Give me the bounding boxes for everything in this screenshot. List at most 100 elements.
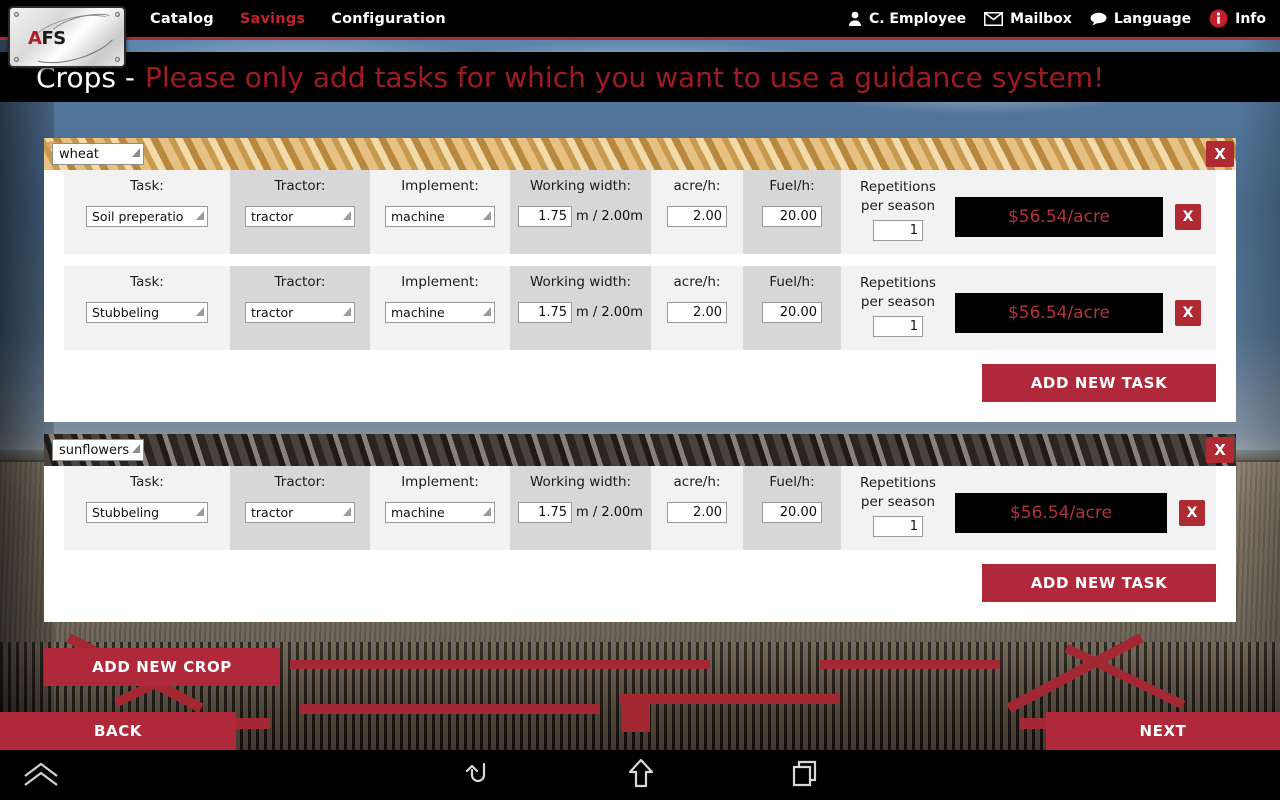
cell-fuel-per-hour: Fuel/h: [743, 466, 841, 550]
nav-item-info[interactable]: Info [1209, 9, 1266, 28]
price-value: $56.54/acre [1009, 503, 1113, 523]
crop-select-sunflowers[interactable]: sunflowers [52, 439, 144, 461]
task-row: Task: Soil preperatio Tractor: tractor I… [64, 170, 1216, 254]
crop-panel-wheat: wheat X Task: Soil preperatio Tractor: t… [44, 138, 1236, 422]
label-implement: Implement: [401, 274, 479, 290]
implement-select-value: machine [391, 209, 445, 224]
tractor-select[interactable]: tractor [245, 502, 355, 523]
implement-select-value: machine [391, 505, 445, 520]
task-select[interactable]: Stubbeling [86, 502, 208, 523]
nav-item-user[interactable]: C. Employee [848, 11, 966, 27]
implement-select[interactable]: machine [385, 206, 495, 227]
label-working-width: Working width: [529, 474, 632, 490]
working-width-group: m / 2.00m [518, 302, 643, 323]
afs-logo[interactable]: AFS [8, 5, 126, 73]
page-subtitle: Please only add tasks for which you want… [144, 60, 1105, 94]
nav-item-mailbox[interactable]: Mailbox [984, 11, 1072, 27]
fuel-per-hour-input[interactable] [762, 302, 822, 323]
back-button[interactable]: BACK [0, 712, 236, 750]
label-acre-per-hour: acre/h: [673, 274, 721, 290]
add-task-wrapper: ADD NEW TASK [44, 350, 1236, 422]
price-value: $56.54/acre [1007, 303, 1111, 323]
recent-apps-icon[interactable] [790, 758, 820, 792]
cell-fuel-per-hour: Fuel/h: [743, 170, 841, 254]
task-row-wrapper: Task: Stubbeling Tractor: tractor Implem… [44, 266, 1236, 350]
crop-body-wheat: Task: Soil preperatio Tractor: tractor I… [44, 170, 1236, 422]
working-width-suffix: m / 2.00m [576, 505, 643, 520]
label-repetitions-line2: per season [860, 198, 936, 214]
add-new-crop-button[interactable]: ADD NEW CROP [44, 648, 280, 686]
fuel-per-hour-input[interactable] [762, 206, 822, 227]
chevron-down-icon [343, 307, 351, 316]
working-width-suffix: m / 2.00m [576, 305, 643, 320]
chevron-down-icon [196, 507, 204, 516]
nav-link-catalog[interactable]: Catalog [150, 11, 214, 27]
label-fuel-per-hour: Fuel/h: [769, 274, 815, 290]
crop-select-sunflowers-value: sunflowers [59, 443, 130, 458]
remove-crop-wheat-button[interactable]: X [1206, 141, 1234, 167]
working-width-input[interactable] [518, 206, 573, 227]
acre-per-hour-input[interactable] [667, 502, 727, 523]
label-fuel-per-hour: Fuel/h: [769, 474, 815, 490]
label-task: Task: [130, 274, 164, 290]
repetitions-input[interactable] [873, 220, 923, 241]
label-fuel-per-hour: Fuel/h: [769, 178, 815, 194]
nav-item-language[interactable]: Language [1090, 11, 1191, 27]
speech-bubble-icon [1090, 12, 1107, 26]
fuel-per-hour-input[interactable] [762, 502, 822, 523]
task-select[interactable]: Stubbeling [86, 302, 208, 323]
system-buttons [460, 758, 820, 792]
working-width-input[interactable] [518, 502, 573, 523]
working-width-input[interactable] [518, 302, 573, 323]
tractor-select[interactable]: tractor [245, 206, 355, 227]
task-select[interactable]: Soil preperatio [86, 206, 208, 227]
task-select-value: Soil preperatio [92, 209, 184, 224]
acre-per-hour-input[interactable] [667, 302, 727, 323]
remove-task-button[interactable]: X [1175, 300, 1201, 326]
task-select-value: Stubbeling [92, 505, 160, 520]
implement-select[interactable]: machine [385, 302, 495, 323]
crop-select-wheat[interactable]: wheat [52, 143, 144, 165]
main-content: wheat X Task: Soil preperatio Tractor: t… [0, 102, 1280, 712]
nav-link-configuration[interactable]: Configuration [331, 11, 446, 27]
add-new-task-button[interactable]: ADD NEW TASK [982, 564, 1216, 602]
cell-acre-per-hour: acre/h: [651, 170, 743, 254]
implement-select[interactable]: machine [385, 502, 495, 523]
mail-icon [984, 11, 1004, 26]
repetitions-input[interactable] [873, 316, 923, 337]
label-acre-per-hour: acre/h: [673, 178, 721, 194]
cell-working-width: Working width: m / 2.00m [510, 266, 651, 350]
logo-text: AFS [28, 28, 66, 49]
nav-item-user-label: C. Employee [868, 10, 967, 27]
acre-per-hour-input[interactable] [667, 206, 727, 227]
nav-item-mailbox-label: Mailbox [1010, 10, 1072, 27]
cell-tractor: Tractor: tractor [230, 466, 370, 550]
label-repetitions-line1: Repetitions [860, 179, 936, 195]
task-row-wrapper: Task: Soil preperatio Tractor: tractor I… [44, 170, 1236, 254]
cell-task: Task: Stubbeling [64, 466, 230, 550]
next-button[interactable]: NEXT [1046, 712, 1280, 750]
home-arrow-icon[interactable] [627, 757, 655, 793]
label-working-width: Working width: [529, 178, 632, 194]
nav-link-savings[interactable]: Savings [240, 11, 305, 27]
remove-crop-sunflowers-button[interactable]: X [1206, 437, 1234, 463]
chevron-down-icon [343, 211, 351, 220]
cell-price: $56.54/acre X [955, 170, 1216, 254]
chevron-down-icon [196, 211, 204, 220]
repetitions-input[interactable] [873, 516, 923, 537]
price-value: $56.54/acre [1007, 207, 1111, 227]
chevron-home-icon[interactable] [22, 760, 60, 794]
cell-price: $56.54/acre X [955, 266, 1216, 350]
chevron-down-icon [483, 307, 491, 316]
label-repetitions-line2: per season [860, 494, 936, 510]
remove-task-button[interactable]: X [1175, 204, 1201, 230]
remove-task-button[interactable]: X [1179, 500, 1205, 526]
cell-working-width: Working width: m / 2.00m [510, 466, 651, 550]
tractor-select[interactable]: tractor [245, 302, 355, 323]
cell-price: $56.54/acre X [955, 466, 1216, 550]
back-arrow-icon[interactable] [460, 758, 492, 792]
working-width-group: m / 2.00m [518, 206, 643, 227]
system-navigation-bar [0, 750, 1280, 800]
cell-task: Task: Stubbeling [64, 266, 230, 350]
add-new-task-button[interactable]: ADD NEW TASK [982, 364, 1216, 402]
